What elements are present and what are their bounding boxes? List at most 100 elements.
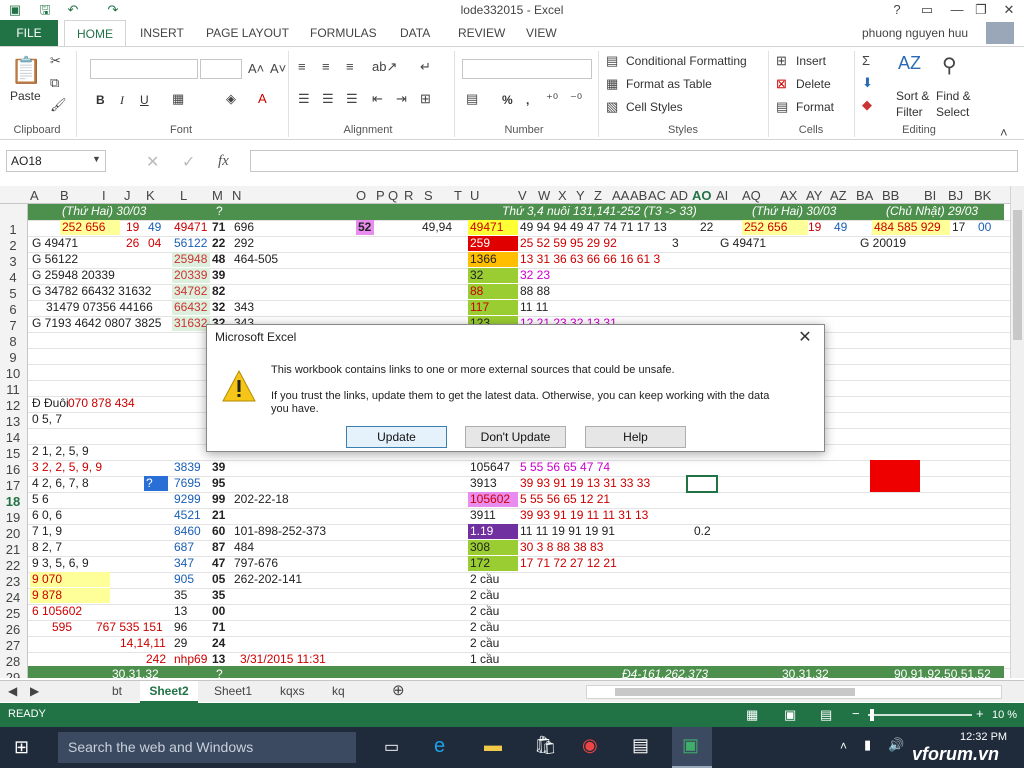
collapse-ribbon-icon[interactable]: ˄ <box>1000 125 1008 140</box>
sheet-tab-kq[interactable]: kq <box>332 684 345 698</box>
cell-r19-u[interactable]: 105602 <box>468 492 518 507</box>
close-button[interactable]: ✕ <box>992 0 1024 20</box>
insert-function-button[interactable]: fx <box>218 153 229 170</box>
tab-review[interactable]: REVIEW <box>458 26 505 40</box>
cell-r22-m[interactable]: 87 <box>210 540 230 555</box>
help-button[interactable]: ? <box>880 0 914 20</box>
windows-start-icon[interactable]: ⊞ <box>14 737 29 758</box>
row-header-19[interactable]: 19 <box>0 510 26 525</box>
cell-r5-m[interactable]: 39 <box>210 268 230 283</box>
cell-r20-m[interactable]: 21 <box>210 508 230 523</box>
row-header-16[interactable]: 16 <box>0 462 26 477</box>
decrease-decimal-icon[interactable]: ⁻⁰ <box>570 91 582 107</box>
zoom-out-icon[interactable]: − <box>852 706 860 721</box>
row-header-9[interactable]: 9 <box>0 350 26 365</box>
column-header-t[interactable]: T <box>454 188 462 203</box>
row-header-22[interactable]: 22 <box>0 558 26 573</box>
store-icon[interactable]: 🛍 <box>534 735 557 756</box>
cell-r19-m[interactable]: 99 <box>210 492 230 507</box>
clear-icon[interactable]: ◆ <box>862 97 872 113</box>
cell-r3-aq[interactable]: G 49471 <box>718 236 808 251</box>
cell-r30-m[interactable]: ? <box>214 667 234 678</box>
row-header-10[interactable]: 10 <box>0 366 26 381</box>
cell-r2-k[interactable]: 49 <box>146 220 170 235</box>
cell-r29-l[interactable]: nhp69 <box>172 652 210 667</box>
cell-r4-n[interactable]: 464-505 <box>232 252 332 267</box>
cell-r7-m[interactable]: 32 <box>210 300 230 315</box>
column-header-ax[interactable]: AX <box>780 188 797 203</box>
merge-center-icon[interactable]: ⊞ <box>420 91 431 107</box>
row-header-20[interactable]: 20 <box>0 526 26 541</box>
page-layout-view-icon[interactable]: ▣ <box>784 707 796 723</box>
column-header-p[interactable]: P <box>376 188 385 203</box>
cell-r20-v[interactable]: 39 93 91 19 11 11 31 13 <box>518 508 678 523</box>
cell-r29-m[interactable]: 13 <box>210 652 230 667</box>
cell-r3-k[interactable]: 04 <box>146 236 170 251</box>
cell-r23-n[interactable]: 797-676 <box>232 556 332 571</box>
cell-r27-u[interactable]: 2 cầu <box>468 620 518 635</box>
sort-filter-button[interactable]: Sort & <box>896 89 929 103</box>
cell-r23-b[interactable]: 9 3, 5, 6, 9 <box>30 556 140 571</box>
help-button[interactable]: Help <box>585 426 686 448</box>
cell-r2-v[interactable]: 49 94 94 49 47 74 71 17 13 <box>518 220 678 235</box>
vertical-scrollbar[interactable] <box>1010 186 1024 678</box>
formula-input[interactable] <box>250 150 1018 172</box>
row-header-26[interactable]: 26 <box>0 622 26 637</box>
cell-r2-s[interactable]: 49,94 <box>420 220 464 235</box>
cell-r30-aq[interactable]: 30,31,32 <box>780 667 860 678</box>
column-header-bj[interactable]: BJ <box>948 188 963 203</box>
column-header-m[interactable]: M <box>212 188 223 203</box>
cell-r21-u[interactable]: 1.19 <box>468 524 518 539</box>
format-cells-button[interactable]: Format <box>796 100 834 114</box>
cell-r3-v[interactable]: 25 52 59 95 29 92 <box>518 236 648 251</box>
cell-r22-l[interactable]: 687 <box>172 540 210 555</box>
column-header-x[interactable]: X <box>558 188 567 203</box>
column-header-r[interactable]: R <box>404 188 413 203</box>
column-header-ao[interactable]: AO <box>692 188 712 203</box>
row-header-28[interactable]: 28 <box>0 654 26 669</box>
cell-r24-m[interactable]: 05 <box>210 572 230 587</box>
cell-r18-l[interactable]: 7695 <box>172 476 210 491</box>
column-header-bi[interactable]: BI <box>924 188 936 203</box>
row-header-27[interactable]: 27 <box>0 638 26 653</box>
italic-button[interactable]: I <box>120 93 124 108</box>
cell-r1-bb[interactable]: (Chủ Nhật) 29/03 <box>884 204 1004 219</box>
cell-r4-b[interactable]: G 56122 <box>30 252 110 267</box>
cell-r25-b[interactable]: 9 878 <box>30 588 110 603</box>
cell-r19-b[interactable]: 5 6 <box>30 492 90 507</box>
cell-r6-u[interactable]: 88 <box>468 284 518 299</box>
cell-r2-u[interactable]: 49471 <box>468 220 518 235</box>
cell-r4-v[interactable]: 13 31 36 63 66 66 16 61 3 <box>518 252 678 267</box>
taskbar-search[interactable]: Search the web and Windows <box>58 732 356 763</box>
zoom-in-icon[interactable]: + <box>976 706 984 721</box>
cell-r22-b[interactable]: 8 2, 7 <box>30 540 90 555</box>
user-name[interactable]: phuong nguyen huu <box>862 26 968 40</box>
column-header-y[interactable]: Y <box>576 188 585 203</box>
ribbon-display-icon[interactable]: ▭ <box>910 0 944 20</box>
cell-r21-l[interactable]: 8460 <box>172 524 210 539</box>
column-header-ai[interactable]: AI <box>716 188 728 203</box>
column-header-bb[interactable]: BB <box>882 188 899 203</box>
decrease-font-icon[interactable]: A˅ <box>270 61 286 76</box>
cell-r3-b[interactable]: G 49471 <box>30 236 110 251</box>
h-scroll-thumb[interactable] <box>615 688 855 696</box>
cell-r3-n[interactable]: 292 <box>232 236 332 251</box>
top-align-icon[interactable]: ≡ <box>298 59 306 74</box>
cell-r23-l[interactable]: 347 <box>172 556 210 571</box>
tab-insert[interactable]: INSERT <box>140 26 184 40</box>
row-header-5[interactable]: 5 <box>0 286 26 301</box>
bottom-align-icon[interactable]: ≡ <box>346 59 354 74</box>
cell-r7-l[interactable]: 66432 <box>172 300 210 315</box>
column-header-l[interactable]: L <box>180 188 187 203</box>
prev-sheet-icon[interactable]: ◀ <box>8 684 17 698</box>
cell-r2-ao[interactable]: 22 <box>698 220 718 235</box>
cell-r5-l[interactable]: 20339 <box>172 268 210 283</box>
row-header-11[interactable]: 11 <box>0 382 26 397</box>
column-header-ac[interactable]: AC <box>648 188 666 203</box>
column-header-aq[interactable]: AQ <box>742 188 761 203</box>
font-name-select[interactable] <box>90 59 198 79</box>
row-header-14[interactable]: 14 <box>0 430 26 445</box>
dialog-close-icon[interactable]: ✕ <box>794 327 816 347</box>
dont-update-button[interactable]: Don't Update <box>465 426 566 448</box>
autosum-icon[interactable]: Σ <box>862 53 870 68</box>
